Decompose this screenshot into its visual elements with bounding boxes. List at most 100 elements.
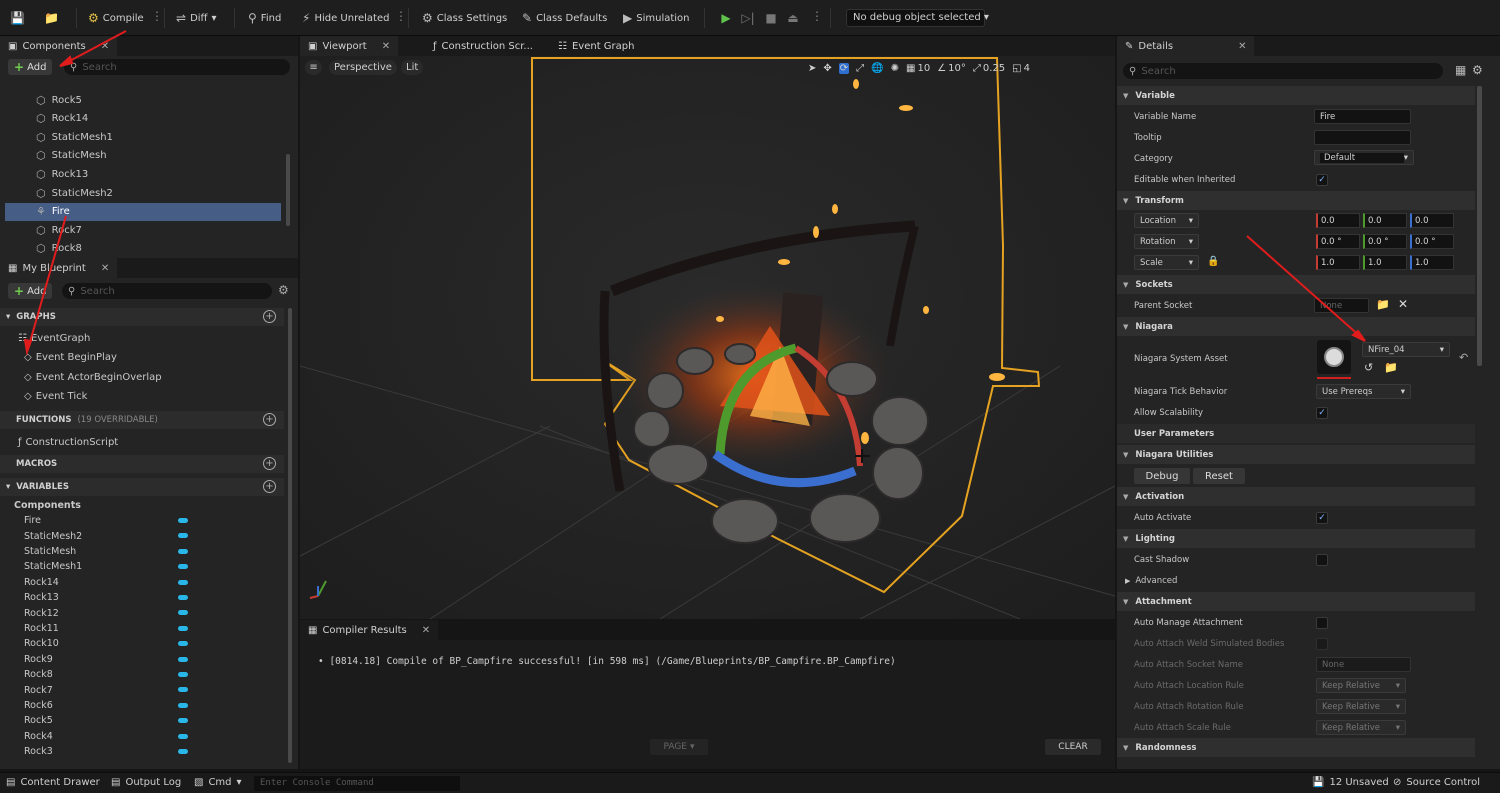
variable-item[interactable]: Rock13 (24, 590, 194, 605)
rot-x-field[interactable]: 0.0 ° (1316, 234, 1360, 249)
variable-type-pill[interactable] (178, 533, 188, 539)
component-item[interactable]: ⬡ Rock5 (5, 91, 281, 109)
rot-z-field[interactable]: 0.0 ° (1410, 234, 1454, 249)
translate-icon[interactable]: ✥ (823, 63, 831, 74)
variable-type-pill[interactable] (178, 579, 188, 585)
variable-item[interactable]: Rock6 (24, 698, 194, 713)
hide-unrelated-button[interactable]: ⚡ Hide Unrelated (302, 9, 389, 27)
variable-name-field[interactable]: Fire (1314, 109, 1411, 124)
transform-section[interactable]: ▼ Transform (1117, 191, 1475, 210)
variable-type-pill[interactable] (178, 733, 188, 739)
rotate-icon[interactable]: ⟳ (838, 62, 850, 74)
randomness-section[interactable]: ▼ Randomness (1117, 738, 1475, 757)
content-drawer-button[interactable]: ▤ Content Drawer (6, 777, 100, 788)
weld-simulated-checkbox[interactable] (1316, 638, 1328, 650)
angle-snap-button[interactable]: ∠ 10° (937, 63, 966, 74)
auto-activate-checkbox[interactable]: ✓ (1316, 512, 1328, 524)
cast-shadow-checkbox[interactable] (1316, 554, 1328, 566)
tab-construction-script[interactable]: ƒ Construction Scr... (425, 36, 541, 56)
clear-button[interactable]: CLEAR (1045, 739, 1101, 755)
surface-snap-icon[interactable]: ✺ (891, 63, 899, 74)
details-search-input[interactable]: ⚲ Search (1123, 63, 1443, 79)
component-item[interactable]: ⬡ StaticMesh1 (5, 128, 281, 146)
variable-item[interactable]: Rock3 (24, 744, 194, 759)
component-item[interactable]: ⬡ StaticMesh2 (5, 184, 281, 202)
activation-section[interactable]: ▼ Activation (1117, 487, 1475, 506)
variable-type-pill[interactable] (178, 656, 188, 662)
add-graph-icon[interactable]: + (263, 310, 276, 323)
variable-type-pill[interactable] (178, 610, 188, 616)
tab-my-blueprint[interactable]: ▦ My Blueprint ✕ (0, 258, 118, 278)
functions-section-header[interactable]: FUNCTIONS (19 OVERRIDABLE) + (0, 411, 284, 429)
construction-script-item[interactable]: ƒ ConstructionScript (0, 433, 280, 452)
scl-x-field[interactable]: 1.0 (1316, 255, 1360, 270)
tab-details[interactable]: ✎ Details ✕ (1117, 36, 1255, 56)
unsaved-button[interactable]: 💾 12 Unsaved (1312, 777, 1389, 788)
lit-button[interactable]: Lit (401, 60, 424, 75)
location-rule-select[interactable]: Keep Relative ▾ (1316, 678, 1406, 693)
tab-compiler-results[interactable]: ▦ Compiler Results ✕ (300, 620, 439, 640)
attachment-section[interactable]: ▼ Attachment (1117, 592, 1475, 611)
console-command-input[interactable]: Enter Console Command (254, 776, 460, 791)
rotation-rule-select[interactable]: Keep Relative ▾ (1316, 699, 1406, 714)
tab-components[interactable]: ▣ Components ✕ (0, 36, 118, 56)
variable-item[interactable]: StaticMesh (24, 544, 194, 559)
variable-item[interactable]: Rock9 (24, 652, 194, 667)
scale-mode-select[interactable]: Scale ▾ (1134, 255, 1199, 270)
hide-options-icon[interactable]: ⋮ (395, 9, 407, 23)
variable-type-pill[interactable] (178, 625, 188, 631)
scale-icon[interactable]: ⤢ (856, 63, 864, 74)
variable-item[interactable]: Rock8 (24, 667, 194, 682)
variable-item[interactable]: Rock14 (24, 575, 194, 590)
components-scrollbar[interactable] (286, 154, 290, 226)
variable-section[interactable]: ▼ Variable (1117, 86, 1475, 105)
class-settings-button[interactable]: ⚙ Class Settings (422, 9, 507, 27)
compile-button[interactable]: ⚙ Compile (88, 9, 144, 27)
tab-viewport[interactable]: ▣ Viewport ✕ (300, 36, 399, 56)
component-item[interactable]: ⬡ Rock7 (5, 221, 281, 239)
source-control-button[interactable]: ⊘ Source Control (1393, 777, 1480, 788)
step-icon[interactable]: ▷| (740, 10, 756, 26)
event-item[interactable]: ◇ Event BeginPlay (0, 348, 280, 367)
blueprint-scrollbar[interactable] (288, 308, 292, 763)
variable-type-pill[interactable] (178, 718, 188, 724)
debug-object-select[interactable]: No debug object selected ▾ (846, 9, 989, 27)
variable-type-pill[interactable] (178, 749, 188, 754)
lighting-section[interactable]: ▼ Lighting (1117, 529, 1475, 548)
tab-event-graph[interactable]: ☷ Event Graph (550, 36, 642, 56)
viewport-menu-icon[interactable]: ≡ (305, 60, 322, 75)
browse-icon[interactable]: 📁 (44, 9, 59, 27)
tick-behavior-select[interactable]: Use Prereqs ▾ (1316, 384, 1411, 399)
play-icon[interactable]: ▶ (718, 10, 734, 26)
gear-icon[interactable]: ⚙ (1472, 63, 1483, 77)
auto-manage-attachment-checkbox[interactable] (1316, 617, 1328, 629)
component-item[interactable]: ⬡ Rock8 (5, 240, 281, 258)
tooltip-field[interactable] (1314, 130, 1411, 145)
table-view-icon[interactable]: ▦ (1455, 63, 1466, 77)
rot-y-field[interactable]: 0.0 ° (1363, 234, 1407, 249)
browse-socket-icon[interactable]: 📁 (1376, 298, 1390, 311)
output-log-button[interactable]: ▤ Output Log (111, 777, 181, 788)
event-item[interactable]: ◇ Event ActorBeginOverlap (0, 368, 280, 387)
use-selected-icon[interactable]: ↺ (1364, 361, 1373, 374)
variable-item[interactable]: Fire (24, 513, 194, 528)
blueprint-search-input[interactable]: ⚲ Search (62, 283, 272, 299)
close-icon[interactable]: ✕ (101, 263, 109, 274)
lock-icon[interactable]: 🔒 (1207, 256, 1219, 267)
cmd-select[interactable]: ▧ Cmd ▾ (194, 777, 242, 788)
scl-y-field[interactable]: 1.0 (1363, 255, 1407, 270)
variable-item[interactable]: Rock12 (24, 605, 194, 620)
graphs-section-header[interactable]: ▾ GRAPHS + (0, 308, 284, 326)
component-item[interactable]: ⬡ Rock13 (5, 165, 281, 183)
find-button[interactable]: ⚲ Find (248, 9, 281, 27)
gear-icon[interactable]: ⚙ (278, 283, 289, 297)
niagara-system-asset-select[interactable]: NFire_04 ▾ (1362, 342, 1450, 357)
variable-item[interactable]: StaticMesh2 (24, 528, 194, 543)
compile-options-icon[interactable]: ⋮ (151, 9, 163, 23)
world-icon[interactable]: 🌐 (871, 63, 883, 74)
variable-item[interactable]: StaticMesh1 (24, 559, 194, 574)
reset-to-default-icon[interactable]: ↶ (1459, 351, 1468, 364)
component-item[interactable]: ⬡ Rock14 (5, 110, 281, 128)
user-parameters-row[interactable]: User Parameters (1117, 424, 1475, 443)
components-search-input[interactable]: ⚲ Search (64, 59, 290, 75)
